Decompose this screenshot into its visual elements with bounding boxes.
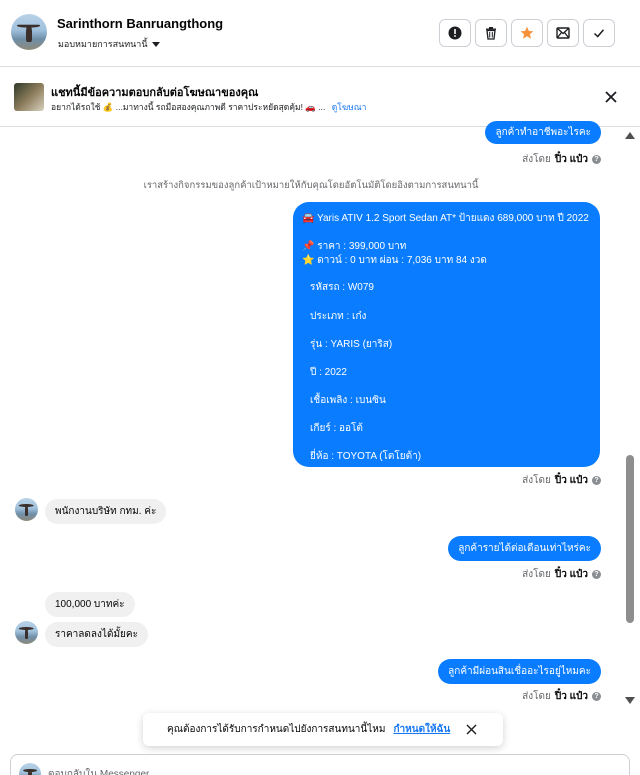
sender-name: ปิ๋ว แป๋ว — [554, 154, 588, 165]
scroll-down-arrow-icon[interactable] — [625, 697, 635, 704]
assign-toast: คุณต้องการได้รับการกำหนดไปยังการสนทนานี้… — [143, 713, 503, 746]
message-thread[interactable]: ลูกค้าทำอาชีพอะไรคะ ส่งโดย ปิ๋ว แป๋ว ? เ… — [0, 121, 622, 748]
help-icon[interactable]: ? — [592, 476, 601, 485]
help-icon[interactable]: ? — [592, 155, 601, 164]
page-avatar — [19, 763, 41, 775]
close-icon[interactable] — [466, 724, 477, 735]
outgoing-message[interactable]: ลูกค้ามีผ่อนสินเชื่ออะไรอยู่ไหมคะ — [438, 659, 601, 684]
trash-icon — [486, 27, 496, 40]
sent-by-label: ส่งโดย ปิ๋ว แป๋ว ? — [522, 473, 601, 488]
scroll-up-arrow-icon[interactable] — [625, 132, 635, 139]
assign-to-me-link[interactable]: กำหนดให้ฉัน — [393, 722, 450, 737]
conversation-header: Sarinthorn Banruangthong มอบหมายการสนทนา… — [0, 0, 640, 67]
help-icon[interactable]: ? — [592, 570, 601, 579]
sender-name: ปิ๋ว แป๋ว — [554, 475, 588, 486]
car-gear: เกียร์ : ออโต้ — [310, 423, 363, 434]
ad-thumbnail[interactable] — [14, 83, 44, 111]
ad-reply-banner: แชทนี้มีข้อความตอบกลับต่อโฆษณาของคุณ อยา… — [0, 67, 640, 127]
alert-icon — [448, 26, 462, 40]
mark-spam-button[interactable] — [439, 19, 471, 47]
sender-name: ปิ๋ว แป๋ว — [554, 691, 588, 702]
car-fuel: เชื้อเพลิง : เบนซิน — [310, 395, 386, 406]
star-icon — [520, 26, 534, 39]
toast-text: คุณต้องการได้รับการกำหนดไปยังการสนทนานี้… — [167, 724, 386, 735]
ad-banner-title: แชทนี้มีข้อความตอบกลับต่อโฆษณาของคุณ — [51, 87, 259, 99]
ad-banner-text: อยากได้รถใช้ 💰 ...มาทางนี้ รถมือสองคุณภา… — [51, 102, 326, 112]
car-title: 🚘 Yaris ATIV 1.2 Sport Sedan AT* ป้ายแดง… — [302, 213, 589, 224]
close-icon[interactable] — [604, 90, 618, 104]
contact-name[interactable]: Sarinthorn Banruangthong — [57, 16, 223, 31]
help-icon[interactable]: ? — [592, 692, 601, 701]
car-code: รหัสรถ : W079 — [310, 282, 374, 293]
sent-by-prefix: ส่งโดย — [522, 691, 551, 702]
contact-avatar-small[interactable] — [15, 621, 38, 644]
mark-done-button[interactable] — [583, 19, 615, 47]
envelope-icon — [556, 27, 570, 39]
assign-label: มอบหมายการสนทนานี้ — [58, 39, 148, 49]
sent-by-label: ส่งโดย ปิ๋ว แป๋ว ? — [522, 689, 601, 704]
view-ad-link[interactable]: ดูโฆษณา — [332, 102, 367, 112]
system-notice: เราสร้างกิจกรรมของลูกค้าเป้าหมายให้กับคุ… — [143, 180, 479, 191]
caret-down-icon — [151, 41, 160, 47]
sent-by-label: ส่งโดย ปิ๋ว แป๋ว ? — [522, 152, 601, 167]
contact-avatar[interactable] — [11, 14, 47, 50]
car-down-payment: ⭐ ดาวน์ : 0 บาท ผ่อน : 7,036 บาท 84 งวด — [302, 255, 487, 266]
car-year: ปี : 2022 — [310, 367, 347, 378]
incoming-message[interactable]: ราคาลดลงได้มั้ยคะ — [45, 622, 148, 647]
incoming-message[interactable]: 100,000 บาทค่ะ — [45, 592, 135, 617]
outgoing-message[interactable]: ลูกค้ารายได้ต่อเดือนเท่าไหร่คะ — [448, 536, 601, 561]
incoming-message[interactable]: พนักงานบริษัท กทม. ค่ะ — [45, 499, 167, 524]
car-price: 📌 ราคา : 399,000 บาท — [302, 241, 407, 252]
sent-by-prefix: ส่งโดย — [522, 154, 551, 165]
car-brand: ยี่ห้อ : TOYOTA (โตโยต้า) — [310, 451, 422, 462]
header-actions — [439, 19, 615, 47]
mark-unread-button[interactable] — [547, 19, 579, 47]
check-icon — [593, 29, 605, 38]
outgoing-message[interactable]: ลูกค้าทำอาชีพอะไรคะ — [485, 121, 601, 144]
thread-scrollbar[interactable] — [622, 128, 638, 718]
ad-banner-subtitle: อยากได้รถใช้ 💰 ...มาทางนี้ รถมือสองคุณภา… — [51, 100, 366, 114]
car-model: รุ่น : YARIS (ยาริส) — [310, 339, 393, 350]
star-button[interactable] — [511, 19, 543, 47]
car-listing-message[interactable]: 🚘 Yaris ATIV 1.2 Sport Sedan AT* ป้ายแดง… — [293, 202, 600, 467]
assign-conversation-dropdown[interactable]: มอบหมายการสนทนานี้ — [58, 37, 160, 51]
reply-input-placeholder[interactable]: ตอบกลับใน Messenger — [48, 767, 149, 775]
car-type: ประเภท : เก๋ง — [310, 311, 367, 322]
sent-by-label: ส่งโดย ปิ๋ว แป๋ว ? — [522, 567, 601, 582]
sender-name: ปิ๋ว แป๋ว — [554, 569, 588, 580]
sent-by-prefix: ส่งโดย — [522, 475, 551, 486]
contact-avatar-small[interactable] — [15, 498, 38, 521]
reply-composer[interactable]: ตอบกลับใน Messenger — [10, 754, 630, 775]
scrollbar-thumb[interactable] — [626, 455, 634, 623]
sent-by-prefix: ส่งโดย — [522, 569, 551, 580]
delete-button[interactable] — [475, 19, 507, 47]
